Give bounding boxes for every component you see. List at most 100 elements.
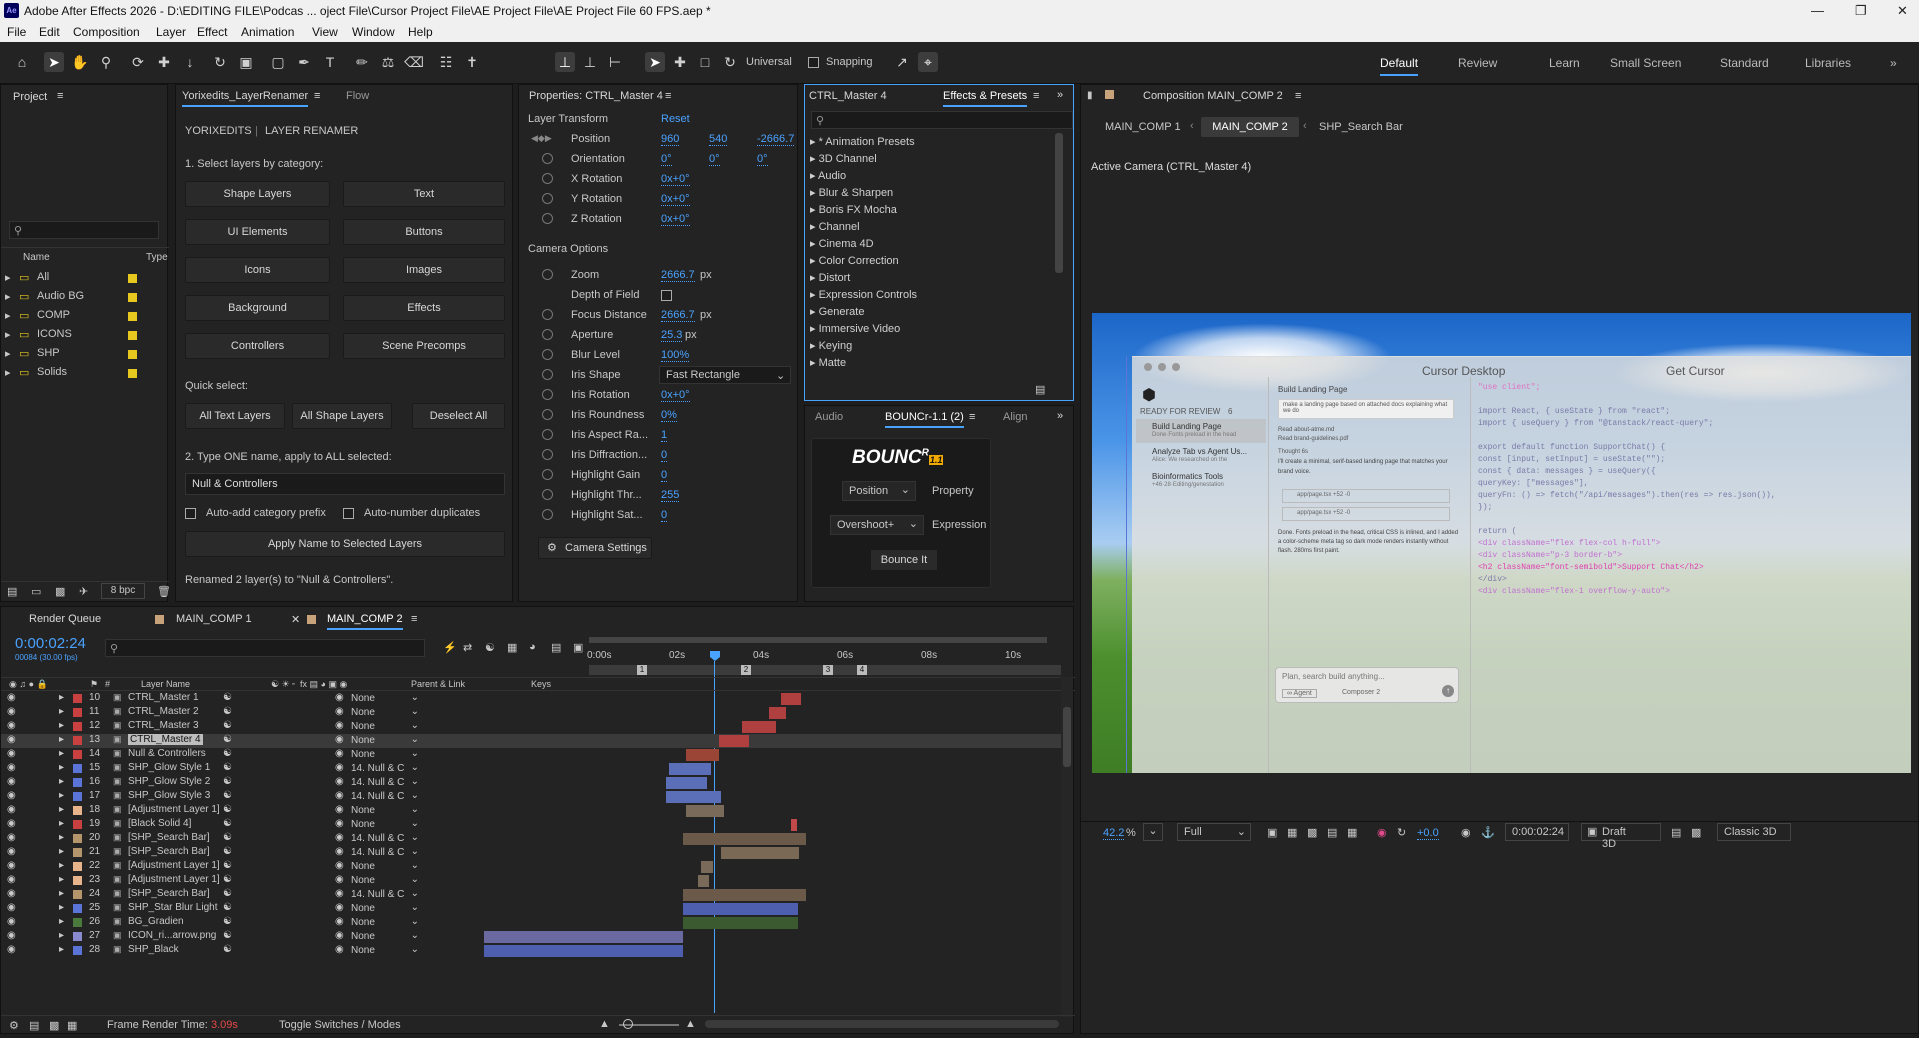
parent-dropdown[interactable]: None ⌄ [351, 944, 421, 957]
parent-pickwhip-icon[interactable]: ◉ [335, 720, 344, 731]
category-icons-button[interactable]: Icons [185, 257, 330, 283]
position-x[interactable]: 960 [661, 133, 680, 146]
layer-duration-bar[interactable] [683, 917, 798, 929]
parent-pickwhip-icon[interactable]: ◉ [335, 902, 344, 913]
expand-arrow-icon[interactable]: ▸ [59, 692, 64, 703]
property-dropdown[interactable]: Position ⌄ [842, 481, 916, 501]
close-icon[interactable]: ✕ [291, 613, 300, 626]
menu-window[interactable]: Window [352, 25, 395, 39]
shy-switch-icon[interactable]: ☯ [223, 860, 232, 871]
parent-pickwhip-icon[interactable]: ◉ [335, 790, 344, 801]
zoom-out-icon[interactable]: ▲ [599, 1018, 610, 1030]
zoom-slider-handle[interactable] [623, 1019, 633, 1029]
expand-arrow-icon[interactable]: ▸ [59, 720, 64, 731]
stopwatch-icon[interactable] [542, 329, 553, 340]
stopwatch-icon[interactable] [542, 309, 553, 320]
eraser-tool-icon[interactable]: ⌫ [404, 52, 424, 72]
layer-name[interactable]: [SHP_Search Bar] [128, 832, 210, 843]
layer-name[interactable]: [Adjustment Layer 1] [128, 874, 220, 885]
pen-tool-icon[interactable]: ✒ [294, 52, 314, 72]
label-color[interactable] [128, 369, 137, 378]
stopwatch-icon[interactable] [542, 369, 553, 380]
layer-name[interactable]: SHP_Glow Style 2 [128, 776, 210, 787]
layer-name[interactable]: CTRL_Master 4 [128, 734, 203, 745]
bit-depth-button[interactable]: 8 bpc [101, 583, 145, 599]
parent-dropdown[interactable]: 14. Null & C ⌄ [351, 762, 421, 775]
shy-switch-icon[interactable]: ☯ [223, 916, 232, 927]
visibility-eye-icon[interactable]: ◉ [7, 706, 16, 717]
tab-flow[interactable]: Flow [346, 90, 369, 102]
visibility-eye-icon[interactable]: ◉ [7, 804, 16, 815]
clone-stamp-icon[interactable]: ⚖ [378, 52, 398, 72]
expand-arrow-icon[interactable]: ▸ [59, 790, 64, 801]
shy-switch-icon[interactable]: ☯ [223, 748, 232, 759]
rotate-gizmo-icon[interactable]: ↻ [720, 52, 740, 72]
shy-switch-icon[interactable]: ☯ [223, 818, 232, 829]
iris-rotation-value[interactable]: 0x+0° [661, 389, 690, 402]
shy-layers-icon[interactable]: ☯ [485, 641, 495, 654]
maximize-icon[interactable]: ❐ [1855, 3, 1867, 19]
expand-arrow-icon[interactable]: ▸ [59, 860, 64, 871]
expression-dropdown[interactable]: Overshoot+ ⌄ [830, 515, 924, 535]
layer-duration-bar[interactable] [683, 833, 806, 845]
table-row[interactable]: ◉ ▸ 16 ▣ SHP_Glow Style 2 ☯ ◉ 14. Null & C ⌄ [1, 776, 1061, 790]
workspace-libraries[interactable]: Libraries [1805, 56, 1851, 70]
puppet-pin-icon[interactable]: ✝ [462, 52, 482, 72]
parent-dropdown[interactable]: None ⌄ [351, 916, 421, 929]
panel-menu-icon[interactable]: ≡ [1033, 90, 1039, 102]
layer-label-color[interactable] [73, 904, 82, 913]
close-icon[interactable]: ✕ [1897, 3, 1908, 19]
layer-duration-bar[interactable] [669, 763, 711, 775]
current-time-display[interactable]: 0:00:02:24 [1505, 823, 1569, 841]
project-item-audio-bg[interactable]: ▸ ▭ Audio BG [1, 288, 169, 306]
brush-tool-icon[interactable]: ✏ [352, 52, 372, 72]
comp-marker[interactable]: 1 [637, 665, 647, 675]
panel-menu-icon[interactable]: ≡ [57, 90, 63, 102]
layer-duration-bar[interactable] [686, 749, 719, 761]
visibility-eye-icon[interactable]: ◉ [7, 860, 16, 871]
layer-label-color[interactable] [73, 806, 82, 815]
chevron-down-icon[interactable]: ⌄ [1143, 823, 1163, 841]
parent-pickwhip-icon[interactable]: ◉ [335, 832, 344, 843]
playhead-handle[interactable] [710, 651, 720, 661]
rotate-tool-icon[interactable]: ↻ [210, 52, 230, 72]
minimize-icon[interactable]: — [1811, 3, 1824, 18]
render-icon[interactable]: ✈ [79, 585, 88, 598]
stopwatch-icon[interactable] [542, 173, 553, 184]
table-row[interactable]: ◉ ▸ 15 ▣ SHP_Glow Style 1 ☯ ◉ 14. Null & C ⌄ [1, 762, 1061, 776]
expand-arrow-icon[interactable]: ▸ [59, 706, 64, 717]
auto-prefix-checkbox[interactable] [185, 508, 196, 519]
work-area-bar[interactable] [589, 637, 1047, 643]
shy-switch-icon[interactable]: ☯ [223, 762, 232, 773]
home-icon[interactable]: ⌂ [12, 52, 32, 72]
layer-label-color[interactable] [73, 820, 82, 829]
shy-switch-icon[interactable]: ☯ [223, 790, 232, 801]
layer-label-color[interactable] [73, 932, 82, 941]
exposure-value[interactable]: +0.0 [1417, 827, 1439, 840]
layer-name[interactable]: CTRL_Master 2 [128, 706, 199, 717]
column-keys[interactable]: Keys [531, 679, 551, 689]
column-type[interactable]: Type [146, 252, 168, 263]
comp-marker[interactable]: 2 [741, 665, 751, 675]
layer-name[interactable]: SHP_Black [128, 944, 179, 955]
layer-name[interactable]: BG_Gradien [128, 916, 184, 927]
snap-grid-icon[interactable]: ⌖ [918, 52, 938, 72]
aperture-value[interactable]: 25.3 [661, 329, 683, 342]
shy-switch-icon[interactable]: ☯ [223, 804, 232, 815]
layer-duration-bar[interactable] [781, 693, 801, 705]
parent-dropdown[interactable]: None ⌄ [351, 692, 421, 705]
new-folder-icon[interactable]: ▭ [31, 585, 41, 598]
comp-marker[interactable]: 3 [823, 665, 833, 675]
table-row[interactable]: ◉ ▸ 23 ▣ [Adjustment Layer 1] ☯ ◉ None ⌄ [1, 874, 1061, 888]
deselect-all-button[interactable]: Deselect All [412, 403, 505, 429]
expand-arrow-icon[interactable]: ▸ [59, 818, 64, 829]
parent-dropdown[interactable]: 14. Null & C ⌄ [351, 846, 421, 859]
zoom-value[interactable]: 2666.7 [661, 269, 695, 282]
table-row[interactable]: ◉ ▸ 18 ▣ [Adjustment Layer 1] ☯ ◉ None ⌄ [1, 804, 1061, 818]
parent-pickwhip-icon[interactable]: ◉ [335, 748, 344, 759]
parent-dropdown[interactable]: None ⌄ [351, 874, 421, 887]
auto-number-checkbox[interactable] [343, 508, 354, 519]
zoom-tool-icon[interactable]: ⚲ [96, 52, 116, 72]
parent-pickwhip-icon[interactable]: ◉ [335, 930, 344, 941]
roto-brush-icon[interactable]: ☷ [436, 52, 456, 72]
